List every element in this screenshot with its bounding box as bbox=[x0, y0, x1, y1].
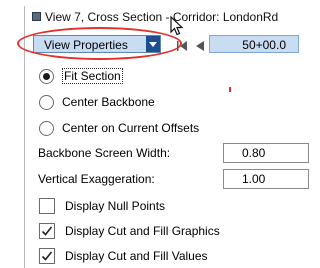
checkbox-label: Display Null Points bbox=[65, 199, 166, 213]
radio-label: Center Backbone bbox=[62, 95, 155, 109]
radio-label: Center on Current Offsets bbox=[62, 121, 200, 135]
chevron-down-icon bbox=[149, 42, 157, 47]
radio-fit-section[interactable]: Fit Section bbox=[39, 66, 123, 86]
backbone-screen-width-input[interactable]: 0.80 bbox=[223, 143, 309, 163]
checkbox-label: Display Cut and Fill Values bbox=[65, 249, 208, 263]
station-value: 50+00.0 bbox=[242, 38, 286, 52]
window-title: View 7, Cross Section - Corridor: London… bbox=[45, 10, 279, 24]
radio-button[interactable] bbox=[39, 94, 54, 110]
radio-button[interactable] bbox=[39, 68, 54, 84]
view-properties-dropdown[interactable]: View Properties bbox=[33, 35, 161, 53]
window-titlebar[interactable]: View 7, Cross Section - Corridor: London… bbox=[25, 6, 296, 28]
radio-center-backbone[interactable]: Center Backbone bbox=[39, 92, 155, 112]
checkbox-display-cut-fill-graphics[interactable]: Display Cut and Fill Graphics bbox=[39, 221, 220, 241]
checkbox[interactable] bbox=[39, 248, 55, 264]
vertical-exaggeration-input[interactable]: 1.00 bbox=[223, 169, 309, 189]
field-label: Backbone Screen Width: bbox=[38, 146, 171, 160]
checkbox-display-null-points[interactable]: Display Null Points bbox=[39, 196, 165, 216]
checkmark-icon bbox=[41, 226, 53, 236]
station-input[interactable]: 50+00.0 bbox=[209, 35, 299, 53]
checkmark-icon bbox=[41, 251, 53, 261]
previous-station-icon[interactable] bbox=[195, 41, 204, 51]
view-window-icon bbox=[32, 12, 41, 21]
toolbar: View Properties 50+00.0 bbox=[17, 27, 299, 60]
stray-mark bbox=[229, 87, 231, 92]
checkbox-label: Display Cut and Fill Graphics bbox=[65, 224, 220, 238]
mouse-cursor-icon bbox=[170, 16, 184, 36]
dropdown-arrow-button[interactable] bbox=[146, 36, 160, 52]
view-properties-window: View 7, Cross Section - Corridor: London… bbox=[17, 6, 309, 268]
checkbox-display-cut-fill-values[interactable]: Display Cut and Fill Values bbox=[39, 246, 208, 266]
first-station-icon[interactable] bbox=[177, 41, 187, 51]
radio-label: Fit Section bbox=[62, 68, 123, 84]
field-label: Vertical Exaggeration: bbox=[38, 172, 155, 186]
checkbox[interactable] bbox=[39, 198, 55, 214]
radio-button[interactable] bbox=[39, 120, 54, 136]
checkbox[interactable] bbox=[39, 223, 55, 239]
radio-center-on-current-offsets[interactable]: Center on Current Offsets bbox=[39, 118, 199, 138]
view-properties-label: View Properties bbox=[44, 38, 128, 52]
